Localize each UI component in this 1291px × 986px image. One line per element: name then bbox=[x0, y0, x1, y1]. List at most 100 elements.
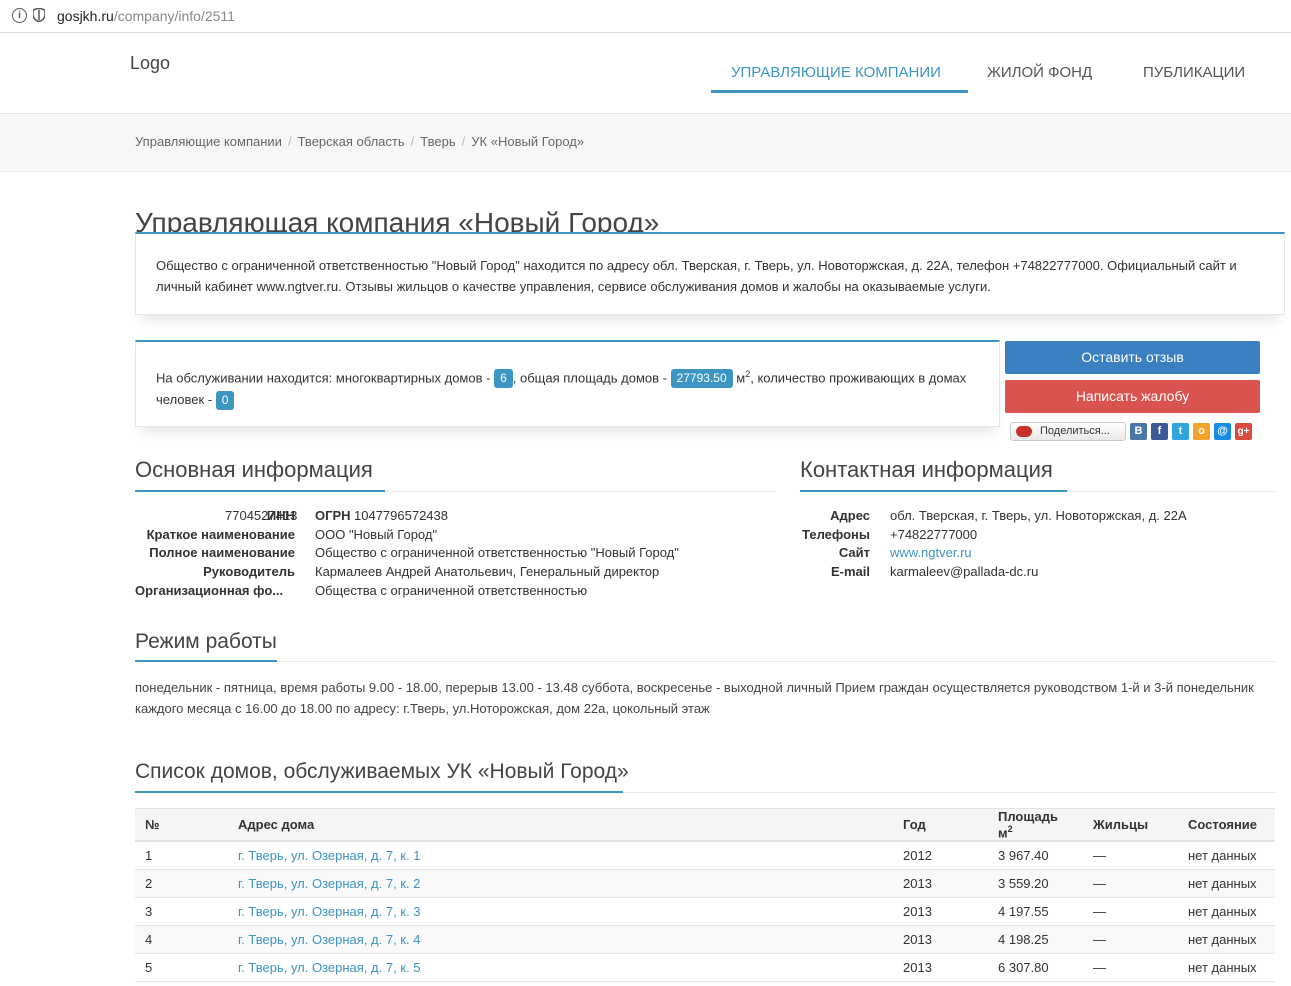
site-link[interactable]: www.ngtver.ru bbox=[890, 545, 972, 560]
head-label: Руководитель bbox=[203, 564, 295, 579]
nav-management-companies[interactable]: УПРАВЛЯЮЩИЕ КОМПАНИИ bbox=[731, 64, 941, 81]
email-label: E-mail bbox=[830, 564, 870, 579]
row-year: 2013 bbox=[893, 897, 988, 927]
info-icon[interactable]: i bbox=[12, 8, 27, 23]
googleplus-icon[interactable]: g+ bbox=[1235, 423, 1252, 440]
row-year: 2013 bbox=[893, 925, 988, 955]
full-name-value: Общество с ограниченной ответственностью… bbox=[315, 545, 679, 560]
leave-review-button[interactable]: Оставить отзыв bbox=[1005, 341, 1260, 374]
org-form-value: Общества с ограниченной ответственностью bbox=[315, 583, 588, 598]
col-number[interactable]: № bbox=[135, 808, 228, 843]
table-row: 5 г. Тверь, ул. Озерная, д. 7, к. 5 2013… bbox=[135, 953, 1275, 983]
row-area: 4 198.25 bbox=[988, 925, 1083, 955]
section-underline bbox=[135, 490, 385, 492]
col-address[interactable]: Адрес дома bbox=[228, 808, 893, 843]
head-value: Кармалеев Андрей Анатольевич, Генеральны… bbox=[315, 564, 660, 579]
row-residents: — bbox=[1083, 953, 1178, 983]
breadcrumb-band: Управляющие компании / Тверская область / Тв… bbox=[0, 114, 1291, 172]
intro-card: Общество с ограниченной ответственностью… bbox=[135, 232, 1285, 315]
address-label: Адрес bbox=[830, 508, 870, 523]
row-area: 6 307.80 bbox=[988, 953, 1083, 983]
row-year: 2012 bbox=[893, 841, 988, 871]
col-year[interactable]: Год bbox=[893, 808, 988, 843]
col-status[interactable]: Состояние bbox=[1178, 808, 1275, 843]
contact-info-title: Контактная информация bbox=[800, 457, 1053, 482]
browser-url-bar[interactable]: i gosjkh.ru/company/info/2511 bbox=[0, 0, 1291, 33]
row-area: 4 197.55 bbox=[988, 897, 1083, 927]
breadcrumb-item-companies[interactable]: Управляющие компании bbox=[135, 134, 282, 149]
row-residents: — bbox=[1083, 869, 1178, 899]
houses-table: № Адрес дома Год Площадь м2 Жильцы Состо… bbox=[135, 808, 1275, 983]
nav-housing-stock[interactable]: ЖИЛОЙ ФОНД bbox=[987, 64, 1092, 81]
facebook-icon[interactable]: f bbox=[1151, 423, 1168, 440]
nav-publications[interactable]: ПУБЛИКАЦИИ bbox=[1143, 64, 1245, 81]
phones-label: Телефоны bbox=[802, 527, 870, 542]
house-address-link[interactable]: г. Тверь, ул. Озерная, д. 7, к. 3 bbox=[238, 904, 420, 919]
house-address-link[interactable]: г. Тверь, ул. Озерная, д. 7, к. 1 bbox=[238, 848, 420, 863]
site-header: Logo УПРАВЛЯЮЩИЕ КОМПАНИИ ЖИЛОЙ ФОНД ПУБ… bbox=[0, 33, 1291, 114]
breadcrumb-item-region[interactable]: Тверская область bbox=[298, 134, 405, 149]
stats-card: На обслуживании находится: многоквартирн… bbox=[135, 340, 1000, 427]
table-row: 1 г. Тверь, ул. Озерная, д. 7, к. 1 2012… bbox=[135, 841, 1275, 871]
row-number: 4 bbox=[135, 925, 228, 955]
short-name-label: Краткое наименование bbox=[146, 527, 295, 542]
row-number: 3 bbox=[135, 897, 228, 927]
work-mode-text: понедельник - пятница, время работы 9.00… bbox=[135, 680, 1254, 716]
breadcrumb-separator: / bbox=[410, 134, 415, 149]
full-name-label: Полное наименование bbox=[149, 545, 295, 560]
vk-icon[interactable]: В bbox=[1130, 423, 1147, 440]
row-residents: — bbox=[1083, 925, 1178, 955]
address-value: обл. Тверская, г. Тверь, ул. Новоторжска… bbox=[890, 508, 1187, 523]
row-status: нет данных bbox=[1178, 869, 1275, 899]
ogrn-value: 1047796572438 bbox=[354, 508, 448, 523]
col-area[interactable]: Площадь м2 bbox=[988, 808, 1083, 843]
row-number: 2 bbox=[135, 869, 228, 899]
total-area-badge: 27793.50 bbox=[670, 369, 733, 389]
table-row: 2 г. Тверь, ул. Озерная, д. 7, к. 2 2013… bbox=[135, 869, 1275, 899]
breadcrumb-item-current: УК «Новый Город» bbox=[471, 134, 585, 149]
odnoklassniki-icon[interactable]: о bbox=[1193, 423, 1210, 440]
houses-count-badge: 6 bbox=[494, 369, 513, 389]
houses-title: Список домов, обслуживаемых УК «Новый Го… bbox=[135, 760, 629, 783]
stats-text: На обслуживании находится: многоквартирн… bbox=[156, 363, 989, 411]
logo[interactable]: Logo bbox=[130, 53, 170, 74]
inn-value: 7704527413 bbox=[225, 508, 298, 523]
house-address-link[interactable]: г. Тверь, ул. Озерная, д. 7, к. 4 bbox=[238, 932, 420, 947]
main-info-title: Основная информация bbox=[135, 457, 373, 482]
row-area: 3 967.40 bbox=[988, 841, 1083, 871]
section-underline bbox=[135, 660, 277, 662]
mailru-icon[interactable]: @ bbox=[1214, 423, 1231, 440]
section-underline bbox=[800, 490, 1067, 492]
col-residents[interactable]: Жильцы bbox=[1083, 808, 1178, 843]
row-number: 1 bbox=[135, 841, 228, 871]
breadcrumb-item-city[interactable]: Тверь bbox=[420, 134, 455, 149]
share-icon bbox=[1016, 426, 1032, 437]
table-row: 4 г. Тверь, ул. Озерная, д. 7, к. 4 2013… bbox=[135, 925, 1275, 955]
twitter-icon[interactable]: t bbox=[1172, 423, 1189, 440]
row-status: нет данных bbox=[1178, 925, 1275, 955]
row-number: 5 bbox=[135, 953, 228, 983]
short-name-value: ООО "Новый Город" bbox=[315, 527, 438, 542]
phones-value: +74822777000 bbox=[890, 527, 978, 542]
org-form-label: Организационная фо... bbox=[135, 583, 284, 598]
section-divider bbox=[135, 661, 1275, 662]
house-address-link[interactable]: г. Тверь, ул. Озерная, д. 7, к. 5 bbox=[238, 960, 420, 975]
write-complaint-button[interactable]: Написать жалобу bbox=[1005, 380, 1260, 413]
house-address-link[interactable]: г. Тверь, ул. Озерная, д. 7, к. 2 bbox=[238, 876, 420, 891]
share-button[interactable]: Поделиться... bbox=[1010, 422, 1126, 441]
row-status: нет данных bbox=[1178, 841, 1275, 871]
email-value: karmaleev@pallada-dc.ru bbox=[890, 564, 1039, 579]
row-year: 2013 bbox=[893, 869, 988, 899]
shield-icon bbox=[33, 8, 45, 22]
residents-count-badge: 0 bbox=[215, 391, 235, 411]
intro-text: Общество с ограниченной ответственностью… bbox=[156, 258, 1237, 294]
site-label: Сайт bbox=[838, 545, 870, 560]
row-area: 3 559.20 bbox=[988, 869, 1083, 899]
row-status: нет данных bbox=[1178, 897, 1275, 927]
breadcrumb-separator: / bbox=[461, 134, 466, 149]
breadcrumb: Управляющие компании / Тверская область / Тв… bbox=[135, 134, 584, 149]
section-underline bbox=[135, 791, 623, 793]
breadcrumb-separator: / bbox=[287, 134, 292, 149]
url-text[interactable]: gosjkh.ru/company/info/2511 bbox=[57, 8, 235, 24]
row-status: нет данных bbox=[1178, 953, 1275, 983]
